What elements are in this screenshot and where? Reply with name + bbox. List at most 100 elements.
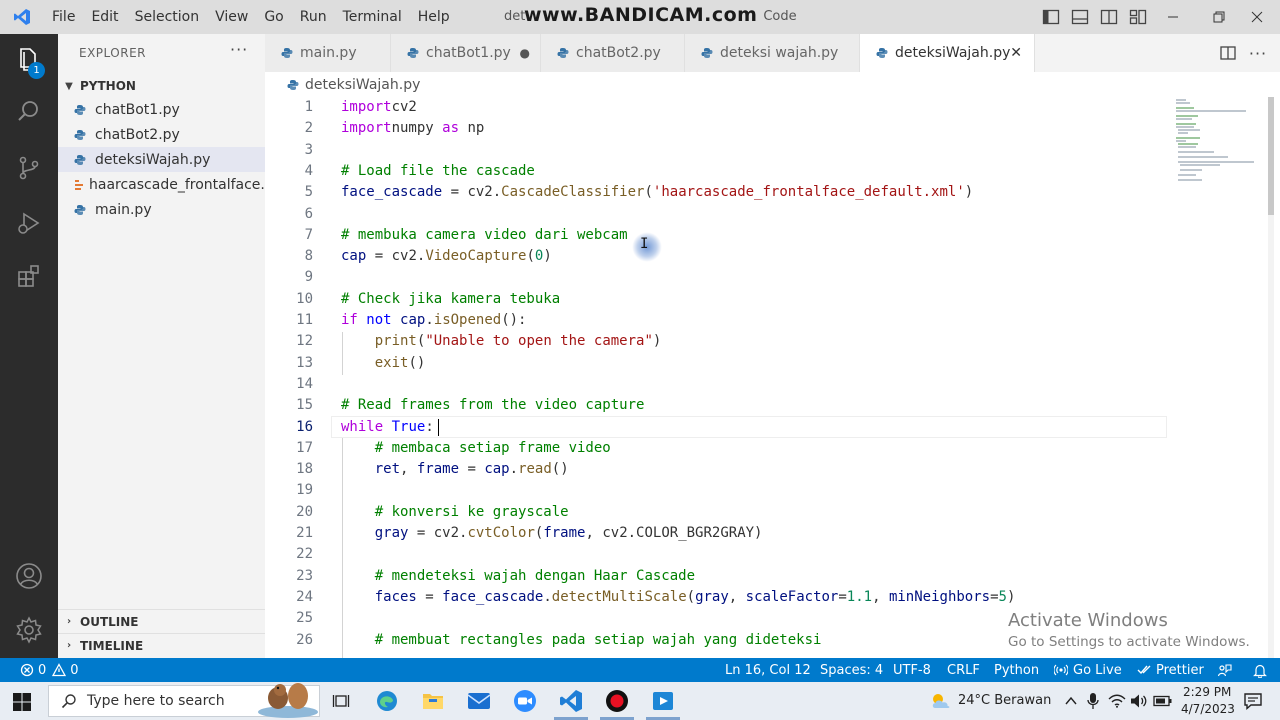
python-file-icon — [701, 47, 713, 59]
code-line[interactable]: 11 if not cap.isOpened(): — [265, 310, 1265, 331]
file-item-chatbot1[interactable]: chatBot1.py — [58, 97, 265, 122]
code-line[interactable]: 5 face_cascade = cv2.CascadeClassifier('h… — [265, 182, 1265, 203]
activate-windows-subtitle: Go to Settings to activate Windows. — [1008, 634, 1250, 650]
go-live-button[interactable]: Go Live — [1054, 658, 1122, 682]
code-line[interactable]: 20 # konversi ke grayscale — [265, 502, 1265, 523]
menu-help[interactable]: Help — [410, 0, 458, 34]
minimize-button[interactable] — [1150, 0, 1196, 34]
code-line[interactable]: 9 — [265, 267, 1265, 288]
microphone-icon[interactable] — [1082, 688, 1104, 714]
code-line[interactable]: 2 importnumpy as np — [265, 118, 1265, 139]
source-control-icon[interactable] — [12, 151, 46, 185]
encoding[interactable]: UTF-8 — [893, 658, 931, 682]
tab-chatbot1[interactable]: chatBot1.py ● — [391, 34, 541, 72]
minimap[interactable] — [1172, 97, 1266, 187]
bandicam-record-icon[interactable] — [604, 688, 630, 714]
prettier-button[interactable]: Prettier — [1137, 658, 1204, 682]
tab-deteksiwajah-active[interactable]: deteksiWajah.py ✕ — [860, 34, 1035, 72]
tab-chatbot2[interactable]: chatBot2.py — [541, 34, 685, 72]
menu-terminal[interactable]: Terminal — [335, 0, 410, 34]
zoom-icon[interactable] — [512, 688, 538, 714]
settings-gear-icon[interactable] — [12, 613, 46, 647]
split-editor-icon[interactable] — [1219, 44, 1237, 62]
code-line[interactable]: 22 — [265, 544, 1265, 565]
menu-edit[interactable]: Edit — [83, 0, 126, 34]
unsaved-dot-icon[interactable]: ● — [520, 46, 530, 60]
close-window-button[interactable] — [1234, 0, 1280, 34]
weather-cloud-icon[interactable] — [928, 688, 954, 714]
toggle-secondary-sidebar-icon[interactable] — [1100, 8, 1118, 26]
customize-layout-icon[interactable] — [1129, 8, 1147, 26]
file-item-haarcascade[interactable]: haarcascade_frontalface... — [58, 172, 265, 197]
timeline-section[interactable]: › TIMELINE — [58, 633, 265, 657]
menu-selection[interactable]: Selection — [127, 0, 208, 34]
menu-view[interactable]: View — [207, 0, 256, 34]
toggle-panel-icon[interactable] — [1071, 8, 1089, 26]
chevron-up-icon[interactable] — [1060, 688, 1082, 714]
code-line[interactable]: 17 # membaca setiap frame video — [265, 438, 1265, 459]
outline-section[interactable]: › OUTLINE — [58, 609, 265, 633]
code-line[interactable]: 19 — [265, 480, 1265, 501]
code-line[interactable]: 10 # Check jika kamera tebuka — [265, 289, 1265, 310]
end-of-line[interactable]: CRLF — [947, 658, 980, 682]
indentation[interactable]: Spaces: 4 — [820, 658, 883, 682]
menu-go[interactable]: Go — [256, 0, 291, 34]
file-item-deteksiwajah[interactable]: deteksiWajah.py — [58, 147, 265, 172]
mail-icon[interactable] — [466, 688, 492, 714]
code-line[interactable]: 24 faces = face_cascade.detectMultiScale… — [265, 587, 1265, 608]
extensions-icon[interactable] — [12, 259, 46, 293]
action-center-icon[interactable] — [1240, 688, 1266, 714]
folder-header[interactable]: ▼ PYTHON — [58, 75, 265, 97]
code-line[interactable]: 14 — [265, 374, 1265, 395]
code-line[interactable]: 7 # membuka camera video dari webcam — [265, 225, 1265, 246]
close-tab-icon[interactable]: ✕ — [1010, 45, 1022, 61]
taskbar-search-box[interactable]: Type here to search — [48, 683, 320, 718]
file-explorer-icon[interactable] — [420, 688, 446, 714]
notifications-bell-icon[interactable] — [1253, 658, 1267, 682]
vscode-taskbar-icon[interactable] — [558, 688, 584, 714]
task-view-icon[interactable] — [328, 688, 354, 714]
explorer-badge: 1 — [28, 62, 45, 79]
file-item-main[interactable]: main.py — [58, 197, 265, 222]
code-line[interactable]: 3 — [265, 140, 1265, 161]
menu-file[interactable]: File — [44, 0, 83, 34]
explorer-more-actions[interactable]: ··· — [230, 40, 248, 59]
code-line[interactable]: 23 # mendeteksi wajah dengan Haar Cascad… — [265, 566, 1265, 587]
search-icon[interactable] — [12, 94, 46, 128]
breadcrumb[interactable]: deteksiWajah.py — [265, 72, 1165, 98]
windows-start-icon[interactable] — [12, 692, 32, 712]
clock-time[interactable]: 2:29 PM — [1183, 685, 1231, 699]
menu-run[interactable]: Run — [292, 0, 335, 34]
file-item-chatbot2[interactable]: chatBot2.py — [58, 122, 265, 147]
more-actions-icon[interactable]: ··· — [1249, 44, 1267, 63]
weather-text[interactable]: 24°C Berawan — [958, 693, 1051, 708]
feedback-icon[interactable] — [1217, 658, 1232, 682]
problems-indicator[interactable]: 0 0 — [20, 658, 79, 682]
code-line[interactable]: 8 cap = cv2.VideoCapture(0) — [265, 246, 1265, 267]
broadcast-icon — [1054, 664, 1068, 676]
edge-browser-icon[interactable] — [374, 688, 400, 714]
run-debug-icon[interactable] — [12, 206, 46, 240]
wifi-icon[interactable] — [1106, 688, 1128, 714]
scrollbar-thumb[interactable] — [1268, 97, 1274, 215]
cursor-position[interactable]: Ln 16, Col 12 — [725, 658, 811, 682]
code-line[interactable]: 12 print("Unable to open the camera") — [265, 331, 1265, 352]
battery-icon[interactable] — [1152, 688, 1174, 714]
code-line[interactable]: 21 gray = cv2.cvtColor(frame, cv2.COLOR_… — [265, 523, 1265, 544]
code-line[interactable]: 15 # Read frames from the video capture — [265, 395, 1265, 416]
code-line[interactable]: 16 while True: — [265, 417, 1265, 438]
code-editor[interactable]: 1 importcv2 2 importnumpy as np 3 4 # Load fil… — [265, 97, 1270, 658]
clock-date[interactable]: 4/7/2023 — [1181, 702, 1235, 716]
code-line[interactable]: 18 ret, frame = cap.read() — [265, 459, 1265, 480]
tab-deteksi-wajah[interactable]: deteksi wajah.py — [685, 34, 860, 72]
language-mode[interactable]: Python — [994, 658, 1039, 682]
code-line[interactable]: 6 — [265, 204, 1265, 225]
toggle-primary-sidebar-icon[interactable] — [1042, 8, 1060, 26]
code-line[interactable]: 1 importcv2 — [265, 97, 1265, 118]
tab-main[interactable]: main.py — [265, 34, 391, 72]
code-line[interactable]: 4 # Load file the cascade — [265, 161, 1265, 182]
account-icon[interactable] — [12, 559, 46, 593]
code-line[interactable]: 13 exit() — [265, 353, 1265, 374]
speaker-volume-icon[interactable] — [1128, 688, 1150, 714]
store-app-icon[interactable] — [650, 688, 676, 714]
